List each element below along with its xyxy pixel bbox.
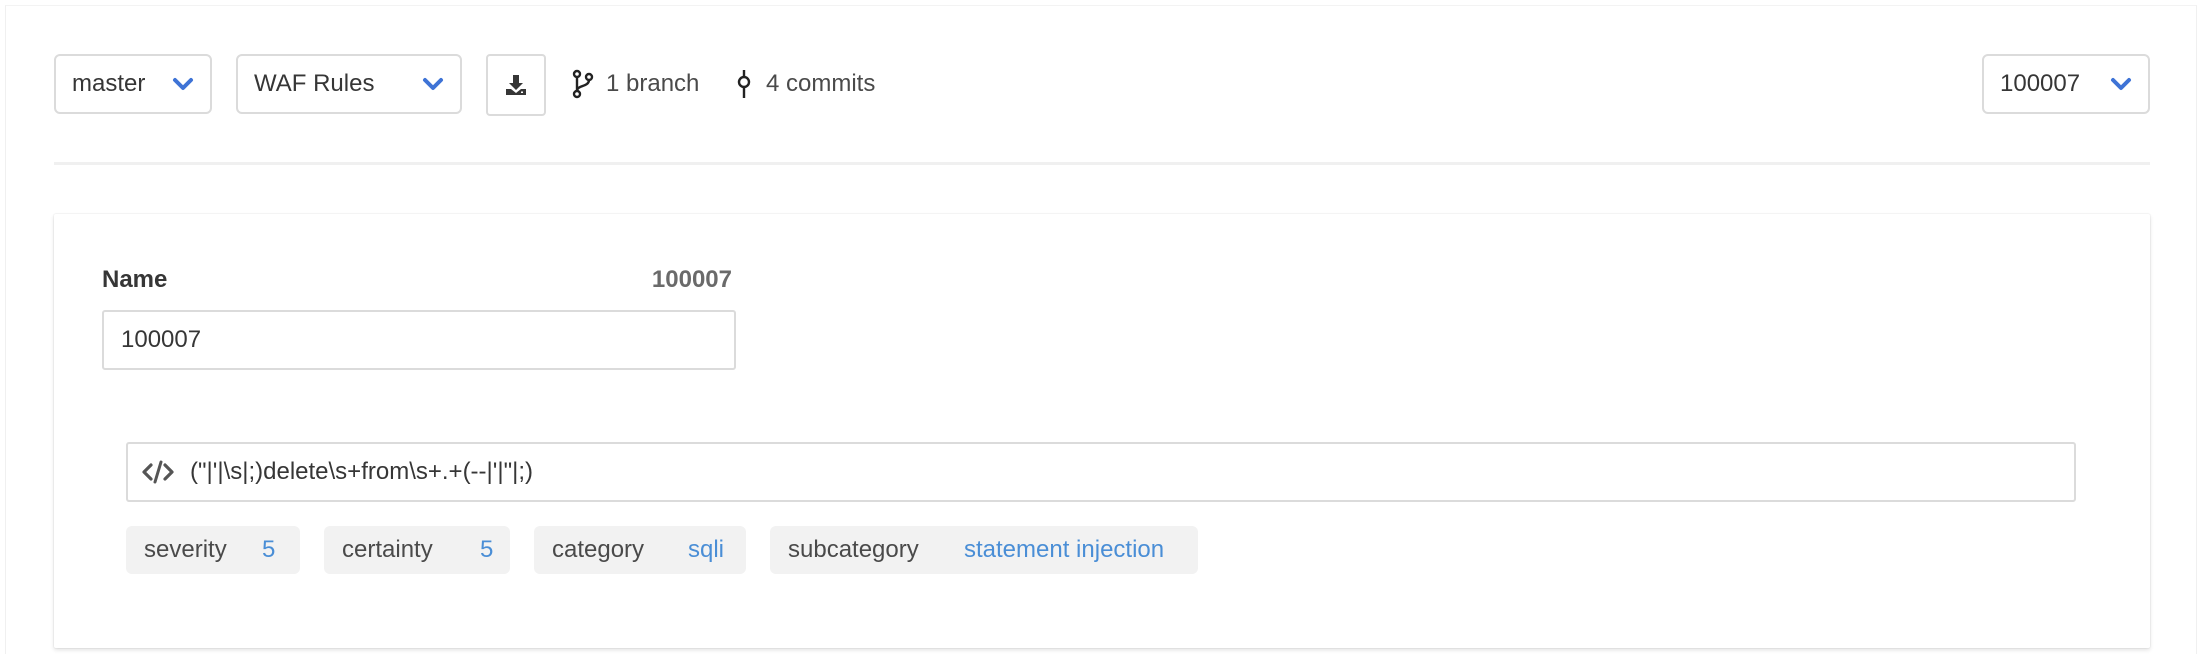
name-input[interactable]	[102, 310, 736, 370]
tag-key: certainty	[342, 536, 433, 563]
rule-editor-card: Name 100007 ("|'|\s|;)delete\s+from\s+.+…	[54, 214, 2150, 648]
entry-id: 100007	[651, 266, 732, 293]
document-type-select[interactable]: WAF Rules	[236, 54, 462, 114]
chevron-down-icon	[173, 78, 193, 90]
chevron-down-icon	[423, 78, 443, 90]
branch-select[interactable]: master	[54, 54, 212, 114]
entry-select-value: 100007	[2000, 70, 2081, 97]
entry-select[interactable]: 100007	[1982, 54, 2150, 114]
commit-count[interactable]: 4 commits	[734, 64, 875, 104]
branch-count[interactable]: 1 branch	[572, 64, 699, 104]
tag-key: category	[552, 536, 645, 563]
name-label: Name	[102, 266, 168, 293]
chevron-down-icon	[2111, 78, 2131, 90]
regex-field[interactable]: ("|'|\s|;)delete\s+from\s+.+(--|'|"|;)	[126, 442, 2076, 502]
divider	[54, 162, 2150, 165]
regex-value: ("|'|\s|;)delete\s+from\s+.+(--|'|"|;)	[190, 458, 534, 485]
branch-select-value: master	[72, 70, 146, 97]
git-commit-icon	[737, 70, 751, 98]
tag-value: sqli	[688, 536, 725, 563]
tag-severity: severity 5	[126, 526, 300, 574]
tag-category: category sqli	[534, 526, 746, 574]
toolbar: master WAF Rules 1 branch 4 commits 1000…	[54, 54, 2150, 116]
tag-value: 5	[480, 536, 494, 563]
download-icon	[506, 75, 526, 95]
tag-key: severity	[144, 536, 227, 563]
commit-count-text: 4 commits	[766, 70, 876, 97]
document-type-select-value: WAF Rules	[254, 70, 375, 97]
tag-certainty: certainty 5	[324, 526, 510, 574]
git-branch-icon	[572, 69, 594, 99]
tag-value: 5	[262, 536, 276, 563]
download-button[interactable]	[486, 54, 546, 116]
code-icon	[142, 460, 174, 484]
tag-key: subcategory	[788, 536, 919, 563]
tag-value: statement injection	[964, 536, 1165, 563]
branch-count-text: 1 branch	[606, 70, 700, 97]
tag-subcategory: subcategory statement injection	[770, 526, 1198, 574]
